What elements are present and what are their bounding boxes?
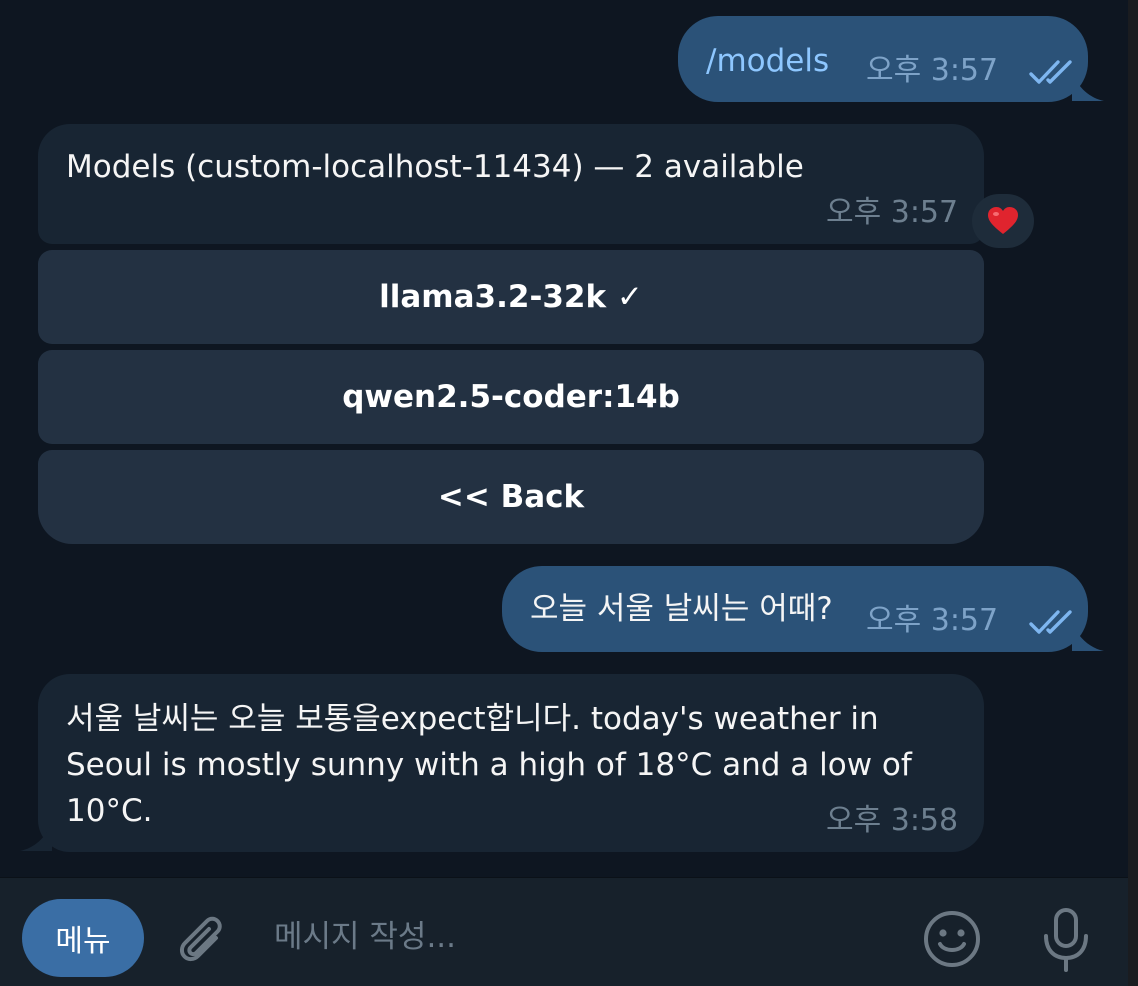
model-button-qwen[interactable]: qwen2.5-coder:14b	[38, 350, 984, 444]
message-time: 오후 3:57	[866, 603, 999, 638]
heart-icon	[988, 207, 1018, 234]
menu-button[interactable]: 메뉴	[22, 899, 144, 977]
window-edge	[1128, 0, 1138, 986]
microphone-icon[interactable]	[1036, 906, 1096, 974]
bubble-tail	[1072, 622, 1104, 651]
message-text[interactable]: /models	[706, 38, 829, 84]
paperclip-icon[interactable]	[172, 910, 230, 970]
message-time: 오후 3:57	[826, 195, 959, 230]
back-button[interactable]: << Back	[38, 450, 984, 544]
message-composer: 메뉴	[0, 877, 1128, 986]
message-text[interactable]: 오늘 서울 날씨는 어때?	[530, 586, 833, 632]
incoming-message[interactable]: 서울 날씨는 오늘 보통을expect합니다. today's weather …	[38, 674, 984, 852]
outgoing-message[interactable]: /models 오후 3:57	[678, 16, 1088, 102]
bubble-tail	[20, 822, 52, 851]
model-button-llama[interactable]: llama3.2-32k ✓	[38, 250, 984, 344]
message-input[interactable]	[258, 908, 930, 966]
smile-icon[interactable]	[922, 909, 982, 969]
chat-window: /models 오후 3:57 Models (custom-localhost…	[0, 0, 1128, 986]
reaction-badge[interactable]	[972, 194, 1034, 248]
message-text[interactable]: Models (custom-localhost-11434) — 2 avai…	[66, 144, 804, 190]
bubble-tail	[1072, 72, 1104, 101]
incoming-message[interactable]: Models (custom-localhost-11434) — 2 avai…	[38, 124, 984, 244]
outgoing-message[interactable]: 오늘 서울 날씨는 어때? 오후 3:57	[502, 566, 1088, 652]
double-check-icon	[1029, 60, 1072, 84]
message-time: 오후 3:58	[826, 803, 959, 838]
message-time: 오후 3:57	[866, 53, 999, 88]
double-check-icon	[1029, 610, 1072, 634]
